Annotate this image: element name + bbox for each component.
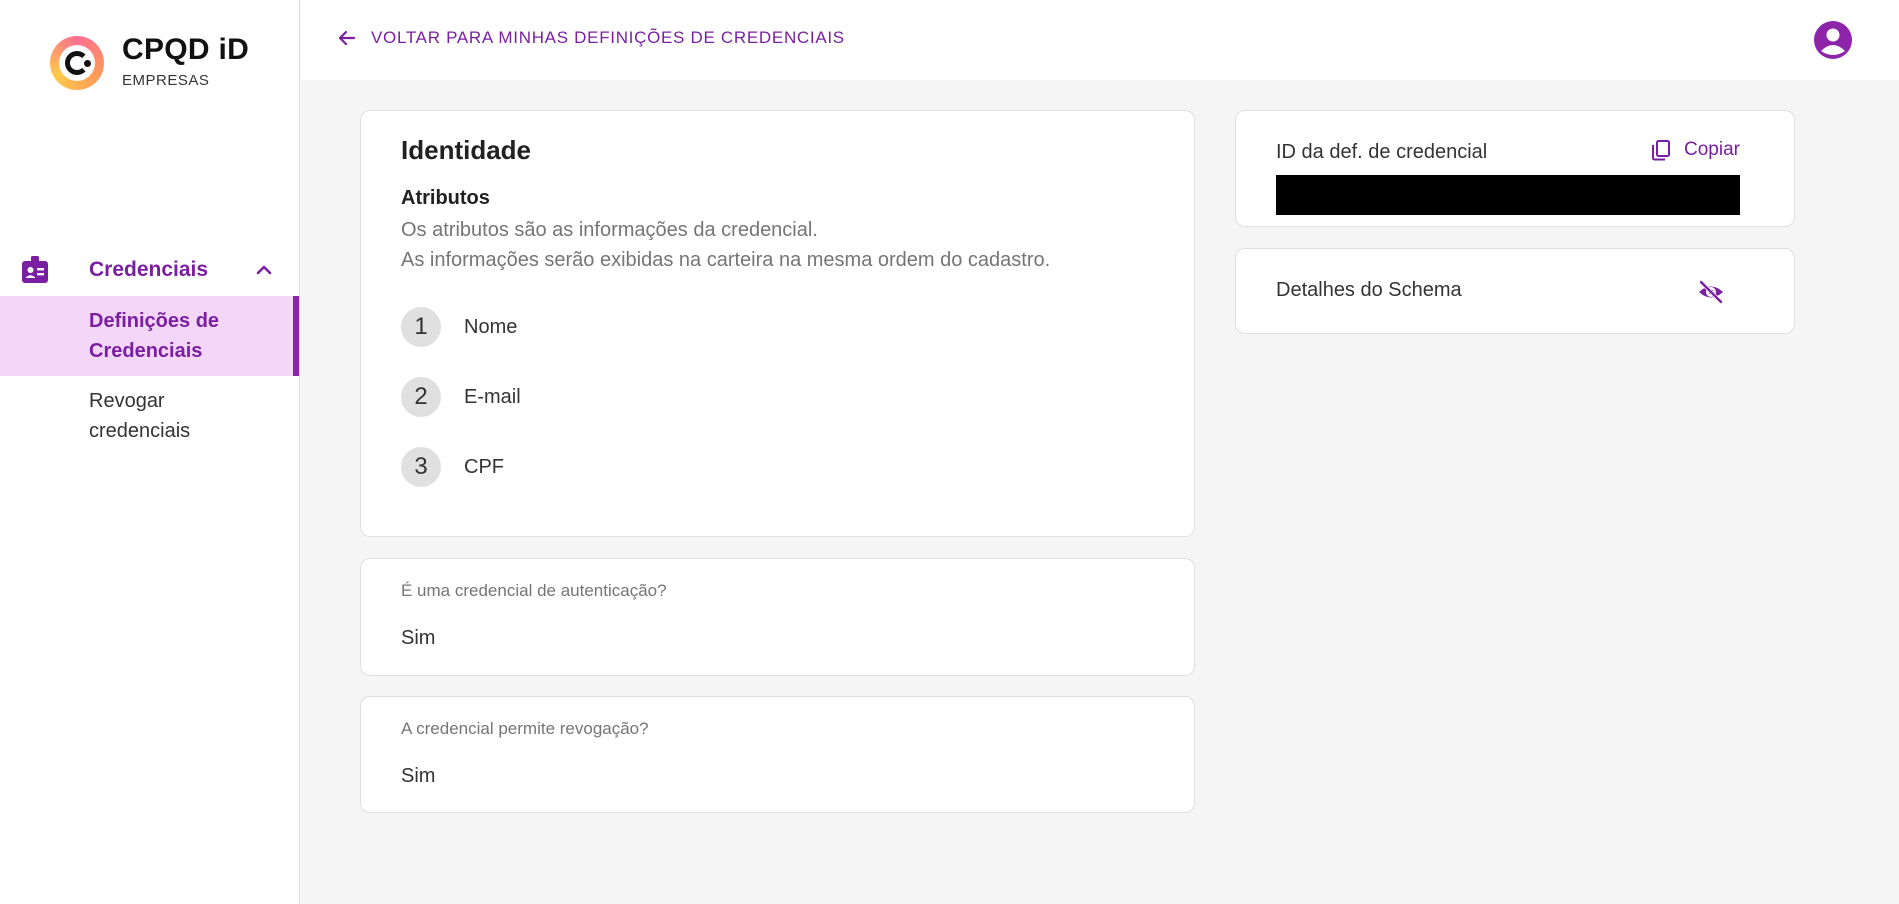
attribute-name: CPF: [464, 455, 504, 478]
top-bar: VOLTAR PARA MINHAS DEFINIÇÕES DE CREDENC…: [301, 0, 1899, 80]
credential-id-label: ID da def. de credencial: [1276, 141, 1488, 163]
eye-off-icon[interactable]: [1697, 278, 1725, 306]
attribute-number: 2: [401, 377, 441, 417]
attribute-row: 2 E-mail: [401, 377, 521, 417]
auth-question-card: É uma credencial de autenticação? Sim: [360, 558, 1195, 676]
sidebar: CPQD iD EMPRESAS Credenciais Definições …: [0, 0, 300, 904]
sidebar-item-label: Credenciais: [89, 340, 203, 362]
credential-card: Identidade Atributos Os atributos são as…: [360, 110, 1195, 537]
schema-details-card: Detalhes do Schema: [1235, 248, 1795, 334]
back-link[interactable]: VOLTAR PARA MINHAS DEFINIÇÕES DE CREDENC…: [337, 28, 845, 48]
credential-id-value-redacted: [1276, 175, 1740, 215]
brand-title: CPQD iD: [122, 33, 250, 66]
sidebar-item-label: Revogar: [89, 390, 165, 412]
attributes-description: As informações serão exibidas na carteir…: [401, 249, 1051, 271]
sidebar-item-definicoes[interactable]: Definições de Credenciais: [0, 296, 299, 376]
brand-subtitle: EMPRESAS: [122, 72, 210, 89]
arrow-left-icon: [338, 30, 356, 46]
attribute-row: 3 CPF: [401, 447, 504, 487]
attribute-row: 1 Nome: [401, 307, 517, 347]
attribute-name: E-mail: [464, 385, 521, 408]
sidebar-item-label: credenciais: [89, 420, 191, 442]
id-badge-icon: [22, 256, 48, 283]
attributes-description: Os atributos são as informações da crede…: [401, 219, 818, 241]
revocation-question-label: A credencial permite revogação?: [401, 719, 649, 738]
auth-question-value: Sim: [401, 627, 436, 649]
account-circle-icon[interactable]: [1813, 20, 1853, 60]
credential-id-card: ID da def. de credencial Copiar: [1235, 110, 1795, 227]
copy-button[interactable]: Copiar: [1650, 139, 1740, 161]
copy-icon: [1652, 140, 1670, 161]
sidebar-group-credenciais[interactable]: Credenciais: [0, 248, 299, 292]
auth-question-label: É uma credencial de autenticação?: [401, 581, 667, 600]
schema-details-label: Detalhes do Schema: [1276, 279, 1462, 301]
brand-logo[interactable]: CPQD iD EMPRESAS: [50, 30, 249, 90]
attributes-title: Atributos: [401, 187, 490, 209]
attribute-number: 1: [401, 307, 441, 347]
sidebar-item-label: Definições de: [89, 310, 220, 332]
copy-button-label: Copiar: [1684, 139, 1740, 160]
attribute-number: 3: [401, 447, 441, 487]
revocation-question-card: A credencial permite revogação? Sim: [360, 696, 1195, 813]
credential-title: Identidade: [401, 135, 532, 165]
revocation-question-value: Sim: [401, 765, 436, 787]
chevron-up-icon[interactable]: [254, 260, 274, 280]
attribute-name: Nome: [464, 315, 518, 338]
sidebar-item-revogar[interactable]: Revogar credenciais: [0, 382, 299, 452]
sidebar-group-label: Credenciais: [89, 258, 209, 281]
cpqd-logo-icon: [50, 36, 104, 90]
back-link-label: VOLTAR PARA MINHAS DEFINIÇÕES DE CREDENC…: [371, 28, 845, 47]
